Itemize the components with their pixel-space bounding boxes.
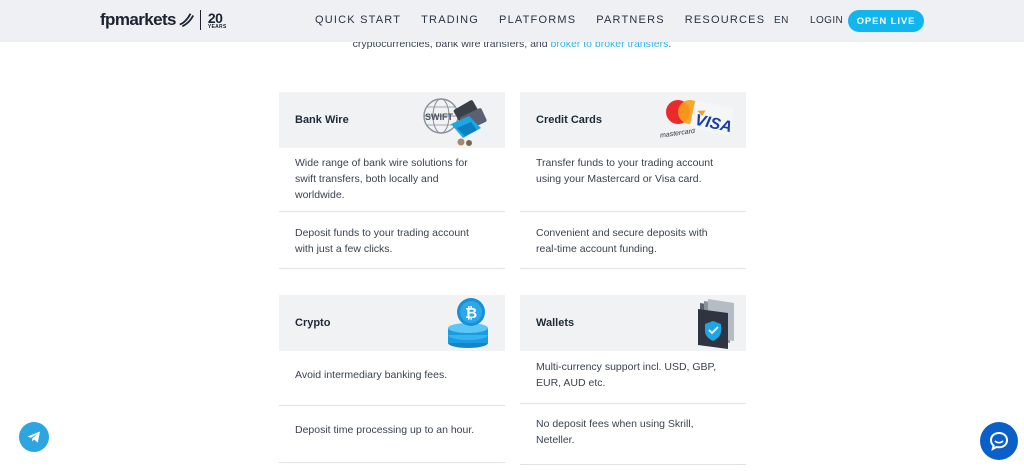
row-line: swift transfers, both locally and	[295, 173, 439, 185]
language-selector[interactable]: EN	[774, 15, 789, 26]
nav-trading[interactable]: TRADING	[421, 14, 479, 26]
card-header: Crypto ₿	[279, 295, 505, 351]
wallets-card: Wallets Multi-currency support incl. USD…	[520, 295, 746, 465]
logo-separator	[199, 10, 201, 30]
anniversary-badge: 20 YEARS	[208, 11, 227, 30]
svg-text:₿: ₿	[465, 305, 477, 322]
card-row: Wide range of bank wire solutions for sw…	[279, 148, 505, 212]
nav-quick-start[interactable]: QUICK START	[315, 14, 401, 26]
row-line: Deposit time processing up to an hour.	[295, 424, 475, 436]
row-line: Deposit funds to your trading account	[295, 227, 469, 239]
main-nav: QUICK START TRADING PLATFORMS PARTNERS R…	[315, 14, 785, 26]
nav-partners[interactable]: PARTNERS	[596, 14, 664, 26]
logo-swirl-icon	[179, 13, 194, 28]
years-number: 20	[207, 9, 223, 26]
years-label: YEARS	[207, 23, 227, 30]
row-line: Multi-currency support incl. USD, GBP,	[536, 361, 717, 373]
swift-label: SWIFT	[425, 112, 453, 122]
card-header: Credit Cards mastercard VISA	[520, 92, 746, 148]
row-line: EUR, AUD etc.	[536, 377, 606, 389]
login-link[interactable]: LOGIN	[810, 15, 843, 26]
card-header: Bank Wire SWIFT	[279, 92, 505, 148]
card-row: No deposit fees when using Skrill, Netel…	[520, 404, 746, 465]
row-line: Convenient and secure deposits with	[536, 227, 708, 239]
telegram-button[interactable]	[19, 422, 49, 452]
row-line: real-time account funding.	[536, 243, 657, 255]
logo-wordmark: fpmarkets	[100, 10, 176, 29]
nav-resources[interactable]: RESOURCES	[685, 14, 765, 26]
card-title: Wallets	[536, 317, 575, 329]
row-line: Wide range of bank wire solutions for	[295, 157, 468, 169]
row-line: Transfer funds to your trading account	[536, 157, 714, 169]
fpmarkets-logo[interactable]: fpmarkets 20 YEARS	[100, 10, 227, 30]
row-line: worldwide.	[295, 189, 345, 201]
crypto-card: Crypto ₿ Avoid intermediary banking fees…	[279, 295, 505, 463]
secure-wallet-icon	[698, 299, 734, 349]
card-row: Deposit funds to your trading account wi…	[279, 212, 505, 269]
row-line: Avoid intermediary banking fees.	[295, 369, 448, 381]
mastercard-label: mastercard	[660, 128, 697, 140]
live-chat-button[interactable]	[980, 422, 1018, 460]
card-header: Wallets	[520, 295, 746, 351]
swift-globe-icon: SWIFT	[423, 98, 487, 146]
card-title: Crypto	[295, 317, 331, 329]
open-live-button[interactable]: OPEN LIVE	[848, 10, 924, 32]
card-row: Convenient and secure deposits with real…	[520, 212, 746, 269]
credit-cards-card: Credit Cards mastercard VISA Transfer fu…	[520, 92, 746, 269]
site-header: fpmarkets 20 YEARS QUICK START TRADING P…	[0, 0, 1024, 42]
row-line: using your Mastercard or Visa card.	[536, 173, 702, 185]
card-title: Bank Wire	[295, 114, 349, 126]
row-line: No deposit fees when using Skrill,	[536, 418, 694, 430]
row-line: with just a few clicks.	[295, 243, 393, 255]
card-row: Deposit time processing up to an hour.	[279, 406, 505, 463]
row-line: Neteller.	[536, 434, 575, 446]
bank-wire-card: Bank Wire SWIFT Wide range of bank wire …	[279, 92, 505, 269]
card-row: Avoid intermediary banking fees.	[279, 351, 505, 406]
card-title: Credit Cards	[536, 114, 603, 126]
telegram-icon	[27, 431, 40, 443]
card-row: Multi-currency support incl. USD, GBP, E…	[520, 351, 746, 404]
nav-platforms[interactable]: PLATFORMS	[499, 14, 576, 26]
chat-bubble-icon	[989, 431, 1009, 451]
bitcoin-coins-icon: ₿	[448, 298, 488, 348]
card-row: Transfer funds to your trading account u…	[520, 148, 746, 212]
mastercard-visa-icon: mastercard VISA	[660, 100, 734, 140]
